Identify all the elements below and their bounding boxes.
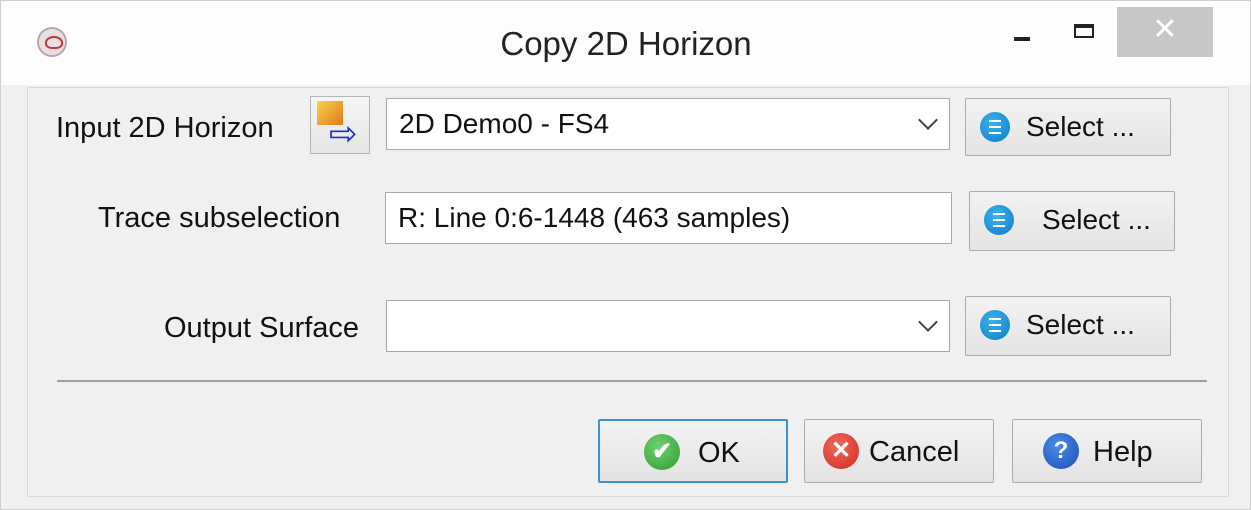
cancel-icon: ✕ [823, 433, 859, 469]
minimize-button[interactable] [1001, 7, 1051, 57]
help-button-label: Help [1093, 436, 1153, 468]
chevron-down-icon[interactable] [918, 312, 938, 332]
list-icon [984, 205, 1014, 235]
title-bar: Copy 2D Horizon ✕ [1, 1, 1250, 85]
output-surface-select-button[interactable]: Select ... [965, 296, 1171, 356]
window-title: Copy 2D Horizon [500, 25, 752, 62]
select-button-label: Select ... [1042, 204, 1151, 235]
select-button-label: Select ... [1026, 309, 1135, 340]
list-icon [980, 310, 1010, 340]
maximize-button[interactable] [1059, 7, 1111, 57]
horizon-import-icon[interactable]: ⇨ [310, 96, 370, 154]
trace-subselection-field[interactable]: R: Line 0:6-1448 (463 samples) [385, 192, 952, 244]
checkmark-icon: ✔ [644, 434, 680, 470]
input-horizon-select-button[interactable]: Select ... [965, 98, 1171, 156]
help-icon: ? [1043, 433, 1079, 469]
app-icon [37, 27, 67, 57]
close-button[interactable]: ✕ [1117, 7, 1213, 57]
ok-button-label: OK [698, 437, 740, 469]
trace-subselection-value: R: Line 0:6-1448 (463 samples) [398, 202, 791, 233]
ok-button[interactable]: ✔ OK [598, 419, 788, 483]
trace-subselection-select-button[interactable]: Select ... [969, 191, 1175, 251]
dialog-window: Copy 2D Horizon ✕ Input 2D Horizon ⇨ 2D … [0, 0, 1251, 510]
arrow-right-icon: ⇨ [329, 115, 358, 153]
cancel-button[interactable]: ✕ Cancel [804, 419, 994, 483]
trace-subselection-label: Trace subselection [98, 202, 341, 234]
cancel-button-label: Cancel [869, 436, 960, 468]
dialog-content: Input 2D Horizon ⇨ 2D Demo0 - FS4 Select… [27, 87, 1229, 497]
output-surface-combo[interactable] [386, 300, 950, 352]
close-icon: ✕ [1152, 13, 1178, 46]
chevron-down-icon[interactable] [918, 110, 938, 130]
list-icon [980, 112, 1010, 142]
separator [57, 380, 1207, 382]
input-horizon-label: Input 2D Horizon [56, 112, 274, 144]
select-button-label: Select ... [1026, 111, 1135, 142]
input-horizon-value: 2D Demo0 - FS4 [399, 108, 610, 139]
input-horizon-combo[interactable]: 2D Demo0 - FS4 [386, 98, 950, 150]
help-button[interactable]: ? Help [1012, 419, 1202, 483]
output-surface-label: Output Surface [164, 312, 360, 344]
